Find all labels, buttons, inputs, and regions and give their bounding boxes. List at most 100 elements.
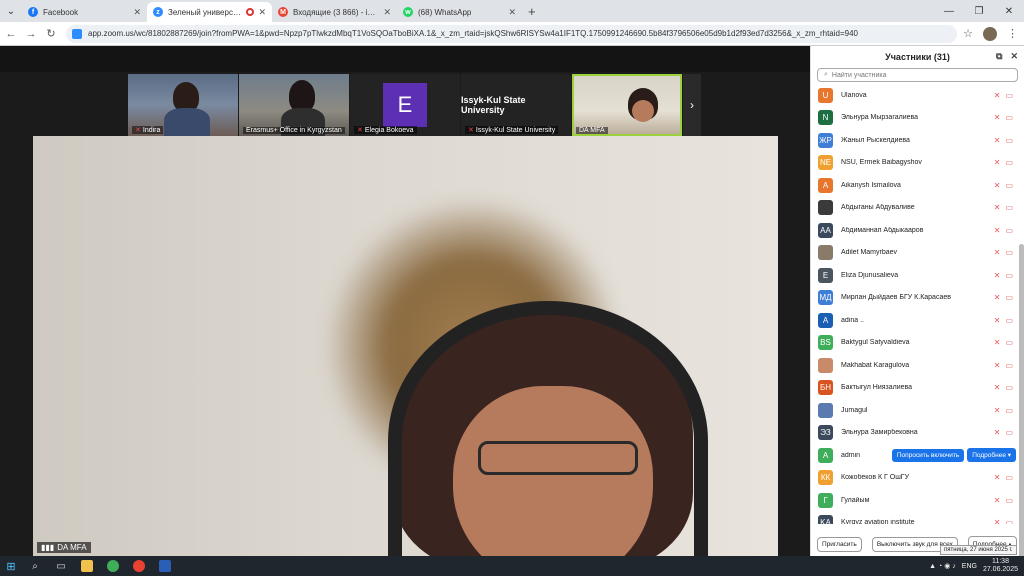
restore-icon[interactable]: ❐ bbox=[964, 6, 994, 17]
mic-muted-icon: ✕ bbox=[993, 405, 1001, 415]
participant-row[interactable]: NE NSU, Ermek Baibagyshov ✕ ▭ bbox=[811, 152, 1019, 175]
bookmark-star-icon[interactable]: ☆ bbox=[963, 27, 973, 40]
profile-avatar[interactable] bbox=[983, 26, 997, 41]
participant-status-icons: ✕ ▭ bbox=[994, 338, 1013, 347]
participant-row[interactable]: Aadmin Попросить включить Подробнее ▾ bbox=[811, 444, 1019, 467]
chevron-right-icon[interactable]: › bbox=[683, 74, 701, 136]
popout-icon[interactable]: ⧉ bbox=[996, 51, 1002, 62]
mic-muted-icon: ✕ bbox=[993, 135, 1001, 145]
participant-row[interactable]: BS Baktygul Satyvaldieva ✕ ▭ bbox=[811, 332, 1019, 355]
browser-tab-strip: ⌄ f Facebook ✕ z Зеленый университет ✕ M… bbox=[0, 0, 1024, 22]
date-tooltip: пятница, 27 июня 2025 г. bbox=[940, 545, 1017, 555]
tab-facebook[interactable]: f Facebook ✕ bbox=[22, 2, 147, 22]
new-tab-icon[interactable]: + bbox=[528, 4, 536, 19]
participant-row[interactable]: Абдыганы Абдуваливе ✕ ▭ bbox=[811, 197, 1019, 220]
scrollbar[interactable] bbox=[1019, 244, 1024, 574]
participant-row[interactable]: N Эльнура Мырзагалиева ✕ ▭ bbox=[811, 107, 1019, 130]
participant-row[interactable]: ЖР Жаныл Рыскелдиева ✕ ▭ bbox=[811, 129, 1019, 152]
mic-muted-icon: ✕ bbox=[993, 90, 1001, 100]
invite-button[interactable]: Пригласить bbox=[817, 536, 862, 552]
search-input[interactable] bbox=[831, 71, 1017, 79]
tray-icons[interactable]: ▲ ◔ ◉ ♪ bbox=[929, 562, 956, 570]
participant-row[interactable]: МД Мирлан Дыйдаев БГУ К.Карасаев ✕ ▭ bbox=[811, 287, 1019, 310]
video-off-icon: ▭ bbox=[1005, 248, 1013, 258]
participant-row[interactable]: E Eliza Djunusalieva ✕ ▭ bbox=[811, 264, 1019, 287]
video-thumbnail-strip: ✕ Indira Erasmus+ Office in Kyrgyzstan E … bbox=[128, 74, 701, 136]
tab-zoom[interactable]: z Зеленый университет ✕ bbox=[147, 2, 272, 22]
tab-whatsapp[interactable]: w (68) WhatsApp ✕ bbox=[397, 2, 522, 22]
tab-search-icon[interactable]: ⌄ bbox=[0, 0, 22, 22]
participant-more-button[interactable]: Подробнее ▾ bbox=[967, 448, 1016, 463]
ask-unmute-button[interactable]: Попросить включить bbox=[891, 448, 965, 462]
close-icon[interactable]: ✕ bbox=[383, 7, 391, 18]
participant-status-icons: ✕ ▭ bbox=[994, 383, 1013, 392]
participant-row[interactable]: БН Бактыгул Ниязалиева ✕ ▭ bbox=[811, 377, 1019, 400]
participant-status-icons: ✕ ▭ bbox=[994, 158, 1013, 167]
avatar: A bbox=[818, 447, 833, 463]
windows-start-icon[interactable]: ⊞ bbox=[0, 560, 22, 573]
participant-row[interactable]: Makhabat Karagulova ✕ ▭ bbox=[811, 354, 1019, 377]
video-tile[interactable]: Issyk-Kul State University ✕ Issyk-Kul St… bbox=[461, 74, 571, 136]
participant-status-icons: ✕ ▭ bbox=[994, 136, 1013, 145]
participant-row[interactable]: Jumagul ✕ ▭ bbox=[811, 399, 1019, 422]
mic-muted-icon: ✕ bbox=[993, 315, 1001, 325]
top-strip bbox=[0, 46, 810, 72]
video-off-icon: ▭ bbox=[1005, 405, 1013, 415]
participant-row[interactable]: A Aikanysh Ismailova ✕ ▭ bbox=[811, 174, 1019, 197]
search-icon[interactable]: ⌕ bbox=[22, 556, 48, 576]
reload-icon[interactable]: ↻ bbox=[42, 27, 60, 40]
participant-row[interactable]: ЭЗ Эльнура Замирбековна ✕ ▭ bbox=[811, 422, 1019, 445]
avatar: N bbox=[818, 110, 833, 126]
participant-row[interactable]: КК Кожобеков К Г ОшГУ ✕ ▭ bbox=[811, 467, 1019, 490]
participant-name: Eliza Djunusalieva bbox=[841, 271, 899, 279]
task-view-icon[interactable]: ▭ bbox=[48, 556, 74, 576]
video-tile[interactable]: Erasmus+ Office in Kyrgyzstan bbox=[239, 74, 349, 136]
person-body bbox=[164, 108, 210, 136]
forward-icon[interactable]: → bbox=[22, 28, 40, 40]
avatar: МД bbox=[818, 290, 833, 306]
participant-row[interactable]: U Ulanova ✕ ▭ bbox=[811, 84, 1019, 107]
close-icon[interactable]: ✕ bbox=[508, 7, 516, 18]
avatar: KA bbox=[818, 515, 833, 524]
tab-gmail[interactable]: M Входящие (3 866) - imanakunova ✕ bbox=[272, 2, 397, 22]
participant-search[interactable]: ⌕ bbox=[817, 68, 1018, 82]
participant-name: Aikanysh Ismailova bbox=[841, 181, 901, 189]
participant-status-icons: ✕ ▭ bbox=[994, 361, 1013, 370]
app-icon[interactable] bbox=[100, 556, 126, 576]
minimize-icon[interactable]: — bbox=[934, 6, 964, 17]
close-icon[interactable]: ✕ bbox=[133, 7, 141, 18]
participant-row[interactable]: Aadina .. ✕ ▭ bbox=[811, 309, 1019, 332]
participant-row[interactable]: Adilet Mamyrbaev ✕ ▭ bbox=[811, 242, 1019, 265]
word-icon[interactable] bbox=[152, 556, 178, 576]
chrome-icon[interactable] bbox=[126, 556, 152, 576]
close-window-icon[interactable]: ✕ bbox=[994, 6, 1024, 17]
avatar: A bbox=[818, 312, 833, 328]
video-tile[interactable]: ✕ Indira bbox=[128, 74, 238, 136]
participant-row[interactable]: АА Абдиманнап Абдыкааров ✕ ▭ bbox=[811, 219, 1019, 242]
mic-muted-icon: ✕ bbox=[993, 428, 1001, 438]
avatar bbox=[818, 245, 833, 261]
video-tile[interactable]: E ✕ Elegia Bokoeva bbox=[350, 74, 460, 136]
speaker-headset bbox=[388, 301, 708, 556]
participant-status-icons: ✕ ▭ bbox=[994, 496, 1013, 505]
avatar: АА bbox=[818, 222, 833, 238]
url-field[interactable]: app.zoom.us/wc/81802887269/join?fromPWA=… bbox=[66, 24, 958, 43]
mic-muted-icon: ✕ bbox=[357, 127, 363, 134]
participant-row[interactable]: Г Гулайым ✕ ▭ bbox=[811, 489, 1019, 512]
language-indicator[interactable]: ENG bbox=[962, 563, 977, 570]
close-icon[interactable]: ✕ bbox=[258, 7, 266, 18]
menu-dots-icon[interactable]: ⋮ bbox=[1007, 27, 1018, 40]
back-icon[interactable]: ← bbox=[2, 28, 20, 40]
close-icon[interactable]: ✕ bbox=[1010, 51, 1018, 62]
clock[interactable]: 11:38 27.06.2025 bbox=[983, 558, 1018, 574]
mic-muted-icon: ✕ bbox=[993, 293, 1001, 303]
file-explorer-icon[interactable] bbox=[74, 556, 100, 576]
url-text: app.zoom.us/wc/81802887269/join?fromPWA=… bbox=[88, 29, 858, 38]
mic-muted-icon: ✕ bbox=[993, 518, 1001, 524]
person-face bbox=[632, 100, 654, 122]
windows-taskbar: ⊞ ⌕ ▭ ▲ ◔ ◉ ♪ ENG 11:38 27.06.2025 bbox=[0, 556, 1024, 576]
participant-row[interactable]: KA Kyrgyz aviation institute ✕ ▭ bbox=[811, 512, 1019, 524]
participant-name: Бактыгул Ниязалиева bbox=[841, 384, 913, 392]
site-info-icon[interactable] bbox=[72, 28, 82, 39]
video-tile-active-speaker[interactable]: DA MFA bbox=[572, 74, 682, 136]
